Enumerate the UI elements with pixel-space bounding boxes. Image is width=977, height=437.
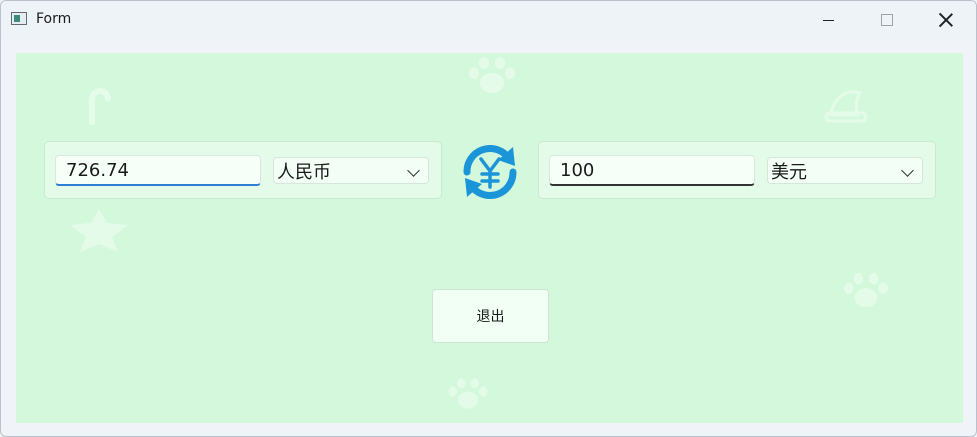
candy-cane-icon bbox=[89, 88, 111, 125]
window-title: Form bbox=[36, 11, 72, 27]
star-icon bbox=[70, 209, 128, 252]
paw-print-icon bbox=[844, 273, 888, 308]
source-currency-label: 人民币 bbox=[277, 161, 331, 183]
chevron-down-icon bbox=[901, 164, 914, 177]
source-currency-select[interactable]: 人民币 bbox=[273, 157, 429, 184]
maximize-button[interactable] bbox=[858, 1, 916, 39]
minimize-icon bbox=[822, 19, 834, 21]
app-icon bbox=[11, 12, 27, 25]
maximize-icon bbox=[881, 14, 893, 26]
close-icon bbox=[939, 13, 953, 27]
target-currency-select[interactable]: 美元 bbox=[767, 157, 923, 184]
chevron-down-icon bbox=[407, 164, 420, 177]
title-bar[interactable]: Form bbox=[1, 1, 976, 39]
exit-button[interactable]: 退出 bbox=[432, 289, 549, 343]
target-currency-label: 美元 bbox=[771, 161, 807, 183]
minimize-button[interactable] bbox=[799, 1, 857, 39]
app-window: Form 726.74 人民币 100 美元 退出 bbox=[0, 0, 977, 437]
currency-exchange-icon[interactable] bbox=[455, 137, 525, 207]
paw-print-icon bbox=[448, 378, 488, 409]
paw-print-icon bbox=[469, 57, 515, 93]
source-amount-input[interactable] bbox=[55, 155, 261, 186]
target-currency-panel: 美元 bbox=[538, 141, 936, 199]
close-button[interactable] bbox=[917, 1, 975, 39]
santa-hat-icon bbox=[824, 90, 868, 123]
target-amount-input[interactable] bbox=[549, 155, 755, 186]
form-body: 人民币 美元 退出 bbox=[16, 53, 963, 423]
source-currency-panel: 人民币 bbox=[44, 141, 442, 199]
